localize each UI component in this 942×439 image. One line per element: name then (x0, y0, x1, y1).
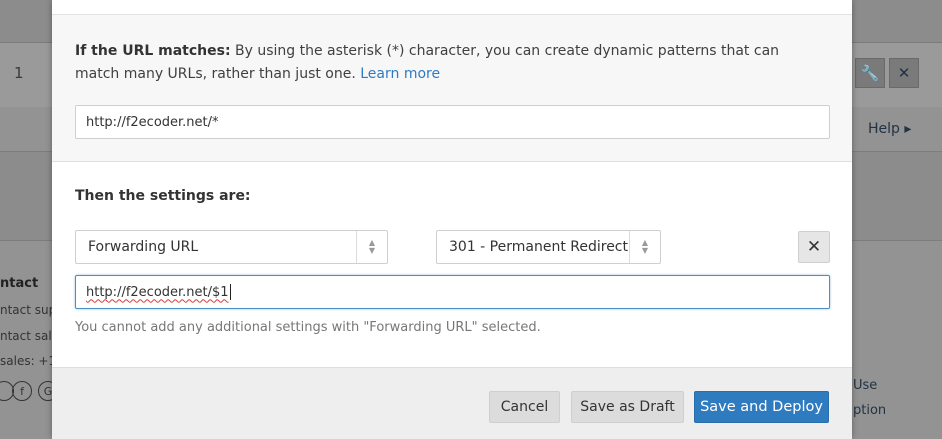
settings-heading: Then the settings are: (75, 188, 251, 204)
facebook-icon: f (12, 381, 32, 401)
select-arrows-icon: ▲ ▼ (356, 231, 387, 263)
url-pattern-value: http://f2ecoder.net/* (86, 114, 219, 130)
remove-setting-button[interactable]: ✕ (798, 231, 830, 263)
url-match-section: If the URL matches: By using the asteris… (52, 15, 852, 162)
save-and-deploy-button[interactable]: Save and Deploy (694, 391, 829, 423)
forwarding-note: You cannot add any additional settings w… (75, 320, 541, 335)
setting-type-value: Forwarding URL (88, 239, 199, 255)
forwarding-url-input[interactable]: http://f2ecoder.net/$1 (75, 275, 830, 309)
forwarding-url-value: http://f2ecoder.net/$1 (86, 284, 229, 300)
url-pattern-input[interactable]: http://f2ecoder.net/* (75, 105, 830, 139)
save-as-draft-button[interactable]: Save as Draft (571, 391, 684, 423)
status-code-value: 301 - Permanent Redirect (449, 239, 628, 255)
close-icon: ✕ (889, 58, 919, 88)
learn-more-link[interactable]: Learn more (360, 66, 440, 82)
page-rule-modal: If the URL matches: By using the asteris… (52, 0, 852, 439)
status-code-select[interactable]: 301 - Permanent Redirect ▲ ▼ (436, 230, 661, 264)
background-help-link: Help ▸ (868, 121, 912, 137)
setting-type-select[interactable]: Forwarding URL ▲ ▼ (75, 230, 388, 264)
cancel-button[interactable]: Cancel (489, 391, 560, 423)
text-caret (229, 284, 231, 300)
wrench-icon: 🔧 (855, 58, 885, 88)
modal-header-strip (52, 0, 852, 15)
url-match-heading: If the URL matches: (75, 43, 231, 59)
background-footer-link: ption (853, 403, 887, 418)
select-arrows-icon: ▲ ▼ (629, 231, 660, 263)
url-match-description: If the URL matches: By using the asteris… (75, 40, 825, 86)
modal-footer: Cancel Save as Draft Save and Deploy (52, 367, 852, 439)
background-row-number: 1 (14, 64, 24, 82)
background-contact-line: sales: +1 (0, 354, 57, 368)
background-contact-title: ntact (0, 276, 39, 291)
background-footer-link: Use (853, 378, 878, 393)
